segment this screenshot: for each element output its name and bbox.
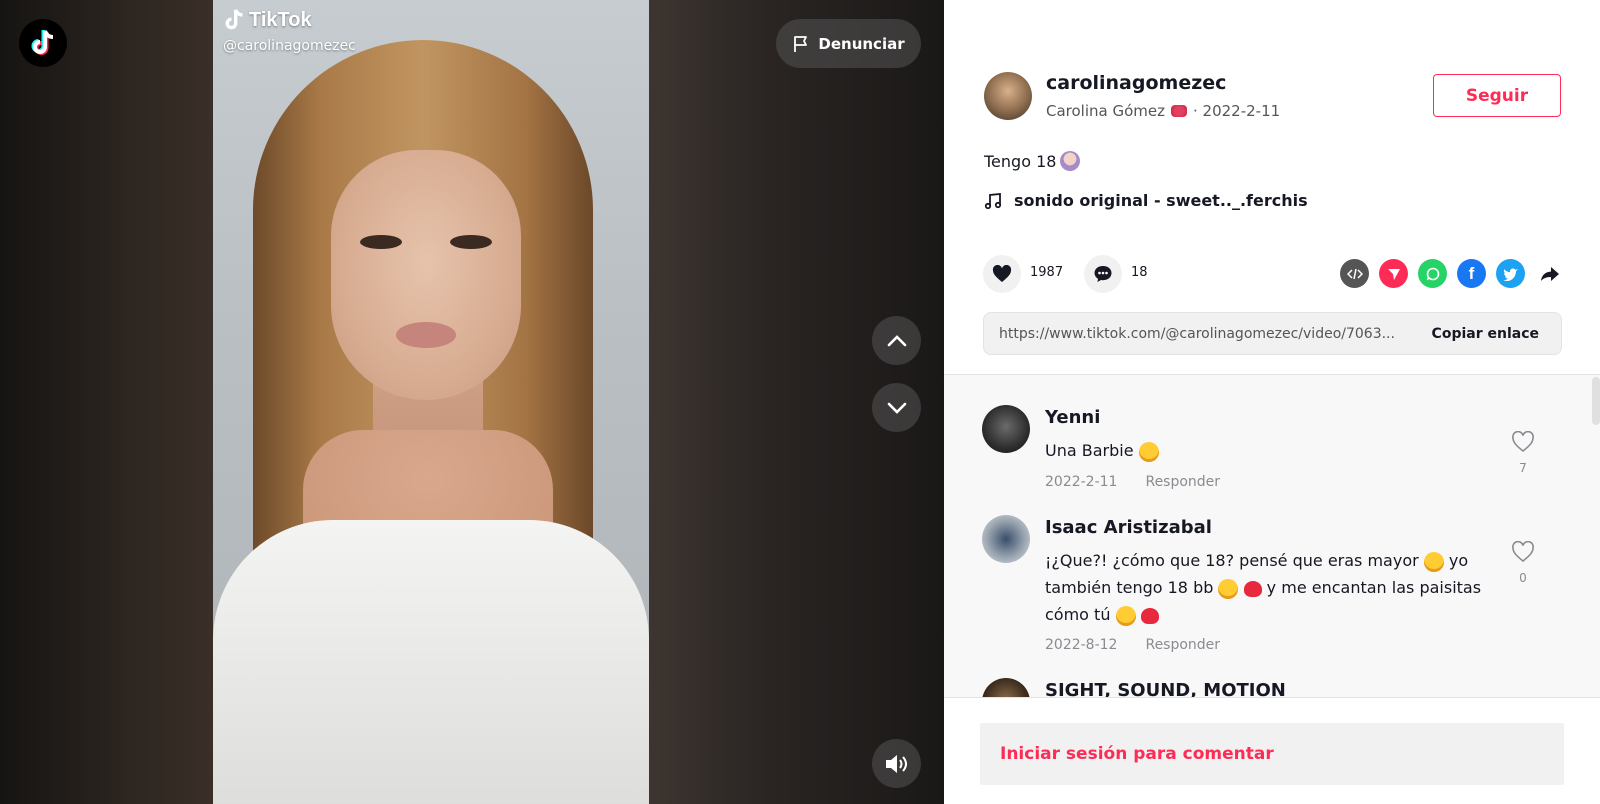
comment-text: Una Barbie (1045, 437, 1505, 464)
red-heart-icon (1243, 580, 1262, 597)
caption-text: Tengo 18 (984, 151, 1057, 171)
video-blur-background (0, 0, 213, 804)
chevron-up-icon (887, 334, 906, 346)
comment-text: ¡¿Que?! ¿cómo que 18? pensé que eras may… (1045, 551, 1482, 626)
comment-count: 18 (1131, 265, 1148, 280)
copy-link-box: https://www.tiktok.com/@carolinagomezec/… (983, 312, 1562, 355)
report-label: Denunciar (818, 34, 905, 53)
video-link[interactable]: https://www.tiktok.com/@carolinagomezec/… (999, 326, 1419, 342)
heart-outline-icon (1512, 430, 1534, 453)
bow-emoji-icon (1171, 105, 1187, 117)
share-arrow-icon[interactable] (1535, 259, 1564, 288)
comment-date: 2022-8-12 (1045, 637, 1118, 653)
facebook-icon[interactable]: f (1457, 259, 1486, 288)
whatsapp-icon[interactable] (1418, 259, 1447, 288)
comment-icon (1094, 266, 1112, 282)
comment-button[interactable] (1084, 255, 1122, 293)
embed-icon[interactable] (1340, 259, 1369, 288)
comment-like-count: 7 (1519, 461, 1527, 475)
heart-eyes-emoji-icon (1218, 578, 1239, 599)
heart-eyes-emoji-icon (1138, 441, 1159, 462)
comment-username[interactable]: Isaac Aristizabal (1045, 517, 1212, 538)
comment-meta: 2022-2-11 Responder (1045, 474, 1220, 490)
author-username[interactable]: carolinagomezec (1046, 72, 1226, 94)
red-heart-icon (1140, 607, 1159, 624)
video-watermark: TikTok @carolinagomezec (223, 8, 356, 55)
music-title: sonido original - sweet.._.ferchis (1014, 191, 1308, 210)
copy-link-button[interactable]: Copiar enlace (1432, 326, 1539, 342)
comment-avatar[interactable] (982, 405, 1030, 453)
next-video-button[interactable] (872, 383, 921, 432)
volume-icon (885, 754, 907, 773)
volume-button[interactable] (872, 739, 921, 788)
tiktok-note-icon (225, 9, 243, 30)
comment-item: SIGHT, SOUND, MOTION (982, 678, 1572, 697)
reply-button[interactable]: Responder (1145, 637, 1220, 653)
like-button[interactable] (983, 255, 1021, 293)
comment-avatar[interactable] (982, 678, 1030, 697)
comment-like-count: 0 (1519, 571, 1527, 585)
author-subtitle: Carolina Gómez · 2022-2-11 (1046, 102, 1280, 120)
post-date: · 2022-2-11 (1193, 102, 1281, 120)
watermark-brand: TikTok (249, 8, 312, 31)
tiktok-logo-icon[interactable] (19, 19, 67, 67)
video-caption: Tengo 18 (984, 151, 1081, 171)
comment-like-button[interactable]: 7 (1503, 430, 1543, 475)
video-frame[interactable] (213, 0, 649, 804)
music-note-icon (984, 192, 1002, 209)
send-icon[interactable] (1379, 259, 1408, 288)
video-detail-panel: carolinagomezec Carolina Gómez · 2022-2-… (944, 0, 1600, 804)
comment-username[interactable]: Yenni (1045, 407, 1100, 428)
comment-list[interactable]: Yenni Una Barbie 2022-2-11 Responder 7 I… (944, 374, 1600, 698)
heart-outline-icon (1512, 540, 1534, 563)
comment-like-button[interactable]: 0 (1503, 540, 1543, 585)
pleading-face-emoji-icon (1115, 605, 1136, 626)
like-count: 1987 (1030, 265, 1064, 280)
video-player[interactable]: TikTok @carolinagomezec Denunciar (0, 0, 944, 804)
previous-video-button[interactable] (872, 316, 921, 365)
comment-item: Isaac Aristizabal ¡¿Que?! ¿cómo que 18? … (982, 515, 1572, 665)
comment-date: 2022-2-11 (1045, 474, 1118, 490)
face-emoji-icon (1060, 151, 1081, 171)
sweat-smile-emoji-icon (1423, 551, 1444, 572)
login-to-comment-button[interactable]: Iniciar sesión para comentar (980, 723, 1564, 785)
report-button[interactable]: Denunciar (776, 19, 921, 68)
reply-button[interactable]: Responder (1145, 474, 1220, 490)
music-link[interactable]: sonido original - sweet.._.ferchis (984, 191, 1308, 210)
follow-button[interactable]: Seguir (1433, 74, 1561, 117)
flag-icon (794, 35, 808, 52)
twitter-icon[interactable] (1496, 259, 1525, 288)
chevron-down-icon (887, 402, 906, 414)
author-display-name: Carolina Gómez (1046, 102, 1165, 120)
comment-item: Yenni Una Barbie 2022-2-11 Responder 7 (982, 405, 1572, 505)
comment-avatar[interactable] (982, 515, 1030, 563)
author-avatar[interactable] (984, 72, 1032, 120)
comment-meta: 2022-8-12 Responder (1045, 637, 1220, 653)
scrollbar[interactable] (1592, 377, 1600, 425)
watermark-username: @carolinagomezec (223, 38, 356, 54)
heart-icon (992, 265, 1012, 282)
comment-username[interactable]: SIGHT, SOUND, MOTION (1045, 680, 1286, 697)
